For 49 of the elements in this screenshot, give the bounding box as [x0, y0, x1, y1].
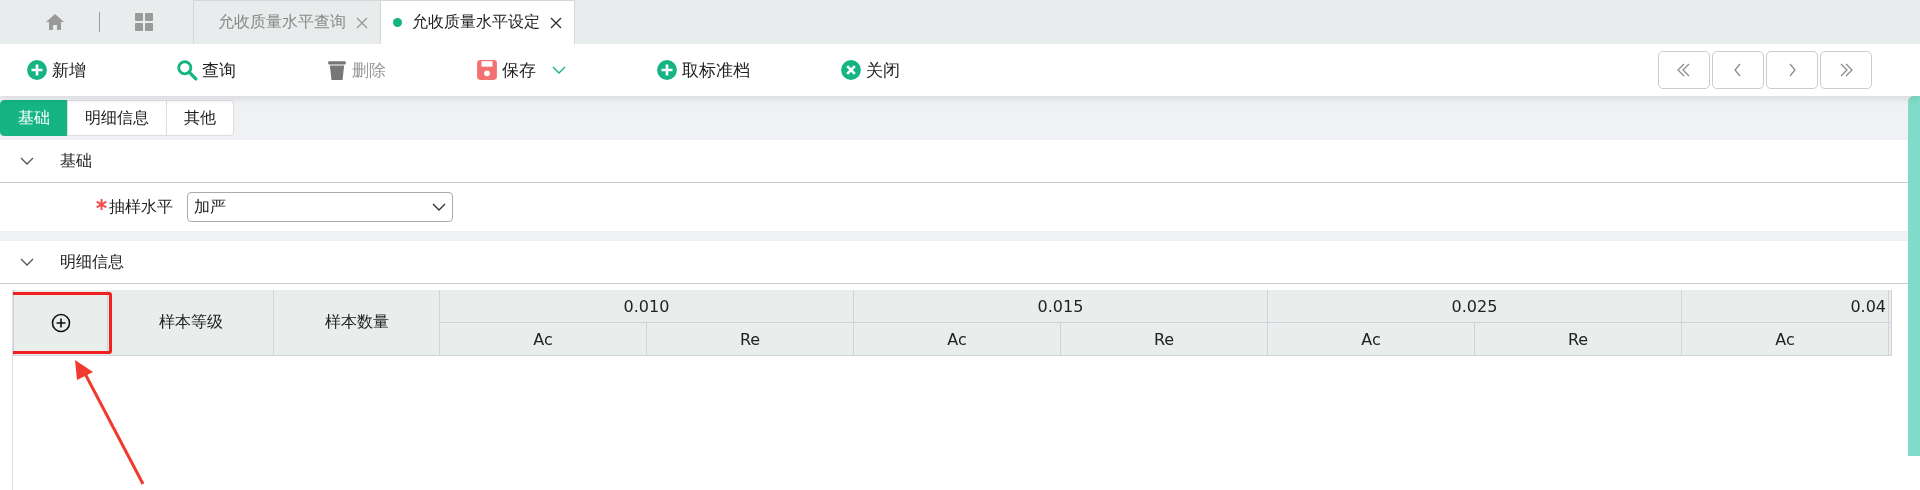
- active-dot-icon: [393, 18, 402, 27]
- toolbar-button[interactable]: 关闭: [834, 58, 906, 82]
- section-title: 基础: [60, 150, 92, 172]
- column-header: Re: [646, 322, 854, 356]
- first-page-button[interactable]: [1658, 51, 1710, 89]
- column-header: Re: [1060, 322, 1268, 356]
- column-header: Ac: [1681, 322, 1889, 356]
- column-header: Ac: [853, 322, 1061, 356]
- double-chevron-right-icon: [1838, 63, 1854, 77]
- toolbar-button[interactable]: 取标准档: [650, 58, 756, 82]
- close-icon: [840, 59, 862, 81]
- column-header: 样本等级: [107, 290, 274, 356]
- column-header: 样本数量: [273, 290, 440, 356]
- column-header: 0.010: [439, 290, 854, 323]
- toolbar-button[interactable]: 保存: [470, 58, 572, 82]
- home-icon: [45, 12, 65, 32]
- tab-label: 允收质量水平查询: [218, 12, 346, 33]
- double-chevron-left-icon: [1676, 63, 1692, 77]
- chevron-down-icon: [432, 202, 446, 212]
- column-header: Ac: [439, 322, 647, 356]
- search-icon: [176, 59, 198, 81]
- tab-label: 允收质量水平设定: [412, 12, 540, 33]
- section-tab[interactable]: 其他: [166, 100, 234, 136]
- chevron-down-icon[interactable]: [552, 65, 566, 75]
- scrollbar[interactable]: [1908, 96, 1920, 456]
- column-header: 0.04: [1681, 290, 1889, 323]
- sampling-level-select[interactable]: 加严: [187, 192, 453, 222]
- column-header: Re: [1474, 322, 1682, 356]
- toolbar-button[interactable]: 查询: [170, 58, 242, 82]
- trash-icon: [326, 59, 348, 81]
- field-label: 抽样水平: [109, 196, 173, 218]
- column-header: Ac: [1267, 322, 1475, 356]
- section-tab[interactable]: 明细信息: [67, 100, 167, 136]
- page-tab[interactable]: 允收质量水平设定: [380, 0, 575, 44]
- chevron-icon[interactable]: [20, 156, 34, 166]
- plus-circle-icon: [50, 312, 71, 333]
- plus-icon: [656, 59, 678, 81]
- close-icon[interactable]: [550, 16, 562, 29]
- chevron-icon[interactable]: [20, 257, 34, 267]
- save-icon: [476, 59, 498, 81]
- section-title: 明细信息: [60, 251, 124, 273]
- previous-page-button[interactable]: [1712, 51, 1764, 89]
- next-page-button[interactable]: [1766, 51, 1818, 89]
- column-header: 0.015: [853, 290, 1268, 323]
- grid-icon: [134, 12, 154, 32]
- column-header: 0.025: [1267, 290, 1682, 323]
- last-page-button[interactable]: [1820, 51, 1872, 89]
- plus-icon: [26, 59, 48, 81]
- toolbar-button[interactable]: 新增: [20, 58, 92, 82]
